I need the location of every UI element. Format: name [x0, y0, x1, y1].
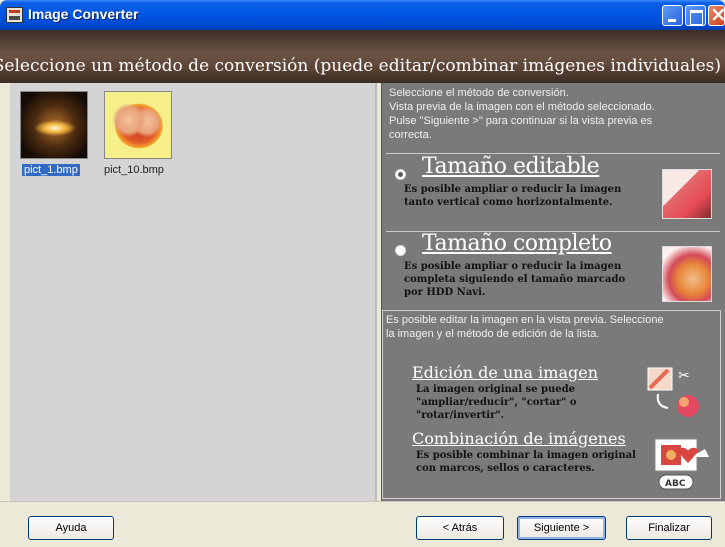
file-list-panel[interactable]: pict_1.bmp pict_10.bmp — [10, 83, 377, 501]
svg-text:✂: ✂ — [678, 368, 690, 384]
file-thumbnail[interactable] — [104, 91, 172, 159]
option-desc-line: tanto vertical como horizontalmente. — [404, 197, 613, 208]
combine-images-icon: ABC — [654, 438, 709, 490]
title-bar[interactable]: Image Converter — [0, 0, 725, 30]
option-desc-line: Es posible ampliar o reducir la imagen — [404, 184, 622, 195]
maximize-button[interactable] — [685, 5, 706, 26]
edit-single-image-link[interactable]: Edición de una imagen — [412, 363, 598, 382]
radio-editable-size[interactable] — [395, 169, 406, 180]
edit-desc-line: "rotar/invertir". — [416, 410, 505, 421]
combine-images-desc: Es posible combinar la imagen original c… — [416, 449, 636, 475]
close-button[interactable] — [708, 5, 725, 26]
combine-images-link[interactable]: Combinación de imágenes — [412, 429, 626, 448]
option-desc-line: Es posible ampliar o reducir la imagen — [404, 261, 622, 272]
edit-desc-line: La imagen original se puede — [416, 384, 575, 395]
file-name: pict_1.bmp — [22, 164, 80, 176]
next-button[interactable]: Siguiente > — [517, 516, 606, 540]
option-full-size-desc: Es posible ampliar o reducir la imagen c… — [404, 260, 625, 299]
combine-icon-badge: ABC — [665, 479, 686, 489]
edit-intro-text: Es posible editar la imagen en la vista … — [386, 313, 664, 341]
edit-intro-line: la imagen y el método de edición de la l… — [386, 328, 600, 340]
instruction-line: Seleccione el método de conversión. — [389, 87, 569, 99]
option-editable-size-desc: Es posible ampliar o reducir la imagen t… — [404, 183, 621, 209]
edit-section: Es posible editar la imagen en la vista … — [382, 310, 721, 499]
back-button[interactable]: < Atrás — [416, 516, 504, 540]
full-size-preview-icon — [662, 246, 712, 302]
window-title: Image Converter — [28, 6, 139, 22]
instruction-line: Pulse "Siguiente >" para continuar si la… — [389, 115, 653, 127]
minimize-button[interactable] — [662, 5, 683, 26]
instruction-line: Vista previa de la imagen con el método … — [389, 101, 655, 113]
editable-size-preview-icon — [662, 169, 712, 219]
option-full-size-title[interactable]: Tamaño completo — [422, 231, 612, 256]
button-bar: Ayuda < Atrás Siguiente > Finalizar — [0, 501, 725, 547]
step-heading: Seleccione un método de conversión (pued… — [0, 56, 721, 76]
combine-desc-line: con marcos, sellos o caracteres. — [416, 463, 595, 474]
edit-intro-line: Es posible editar la imagen en la vista … — [386, 314, 664, 326]
edit-desc-line: "ampliar/reducir", "cortar" o — [416, 397, 577, 408]
file-thumbnail[interactable] — [20, 91, 88, 159]
file-name: pict_10.bmp — [104, 164, 164, 176]
edit-single-image-icon: ✂ — [647, 367, 699, 417]
finish-button[interactable]: Finalizar — [626, 516, 712, 540]
instruction-line: correcta. — [389, 129, 432, 141]
app-icon — [6, 7, 23, 23]
help-button[interactable]: Ayuda — [28, 516, 114, 540]
option-desc-line: completa siguiendo el tamaño marcado — [404, 274, 626, 285]
option-editable-size-title[interactable]: Tamaño editable — [422, 154, 600, 179]
step-header: Seleccione un método de conversión (pued… — [0, 30, 725, 83]
combine-desc-line: Es posible combinar la imagen original — [416, 450, 636, 461]
instructions-text: Seleccione el método de conversión. Vist… — [389, 86, 724, 142]
option-desc-line: por HDD Navi. — [404, 287, 486, 298]
conversion-method-panel: Seleccione el método de conversión. Vist… — [381, 83, 725, 501]
radio-full-size[interactable] — [395, 245, 406, 256]
edit-single-image-desc: La imagen original se puede "ampliar/red… — [416, 383, 576, 422]
